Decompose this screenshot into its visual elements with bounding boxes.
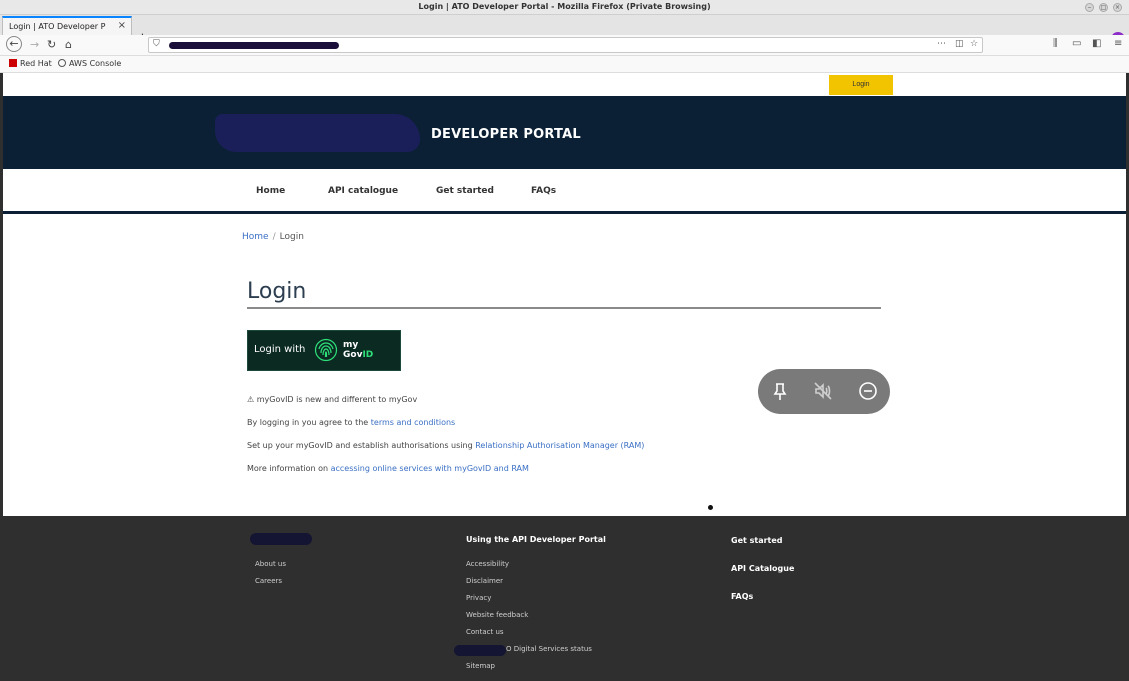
nav-home[interactable]: Home xyxy=(256,186,285,196)
tracking-shield-icon[interactable]: ⛉ xyxy=(153,39,160,49)
minus-circle-icon[interactable] xyxy=(857,380,879,402)
main-navigation: Home API catalogue Get started FAQs xyxy=(3,169,1126,214)
mygovid-logo-my: my xyxy=(343,340,359,350)
terms-paragraph: By logging in you agree to the terms and… xyxy=(247,418,455,427)
login-with-mygovid-button[interactable]: Login with my GovID xyxy=(247,330,401,371)
utility-bar: Login xyxy=(3,73,1126,96)
fingerprint-icon xyxy=(314,338,338,362)
login-link-button[interactable]: Login xyxy=(829,75,893,95)
footer-careers[interactable]: Careers xyxy=(255,577,282,585)
mygovid-logo-gov: Gov xyxy=(343,350,363,360)
library-icon[interactable]: ⫼ xyxy=(1053,38,1058,49)
footer-contact-us[interactable]: Contact us xyxy=(466,628,504,636)
menu-icon[interactable]: ≡ xyxy=(1114,38,1122,49)
footer-col2-title: Using the API Developer Portal xyxy=(466,535,606,544)
nav-faqs[interactable]: FAQs xyxy=(531,186,556,196)
close-tab-icon[interactable]: × xyxy=(118,20,126,31)
online-services-link[interactable]: accessing online services with myGovID a… xyxy=(331,464,529,473)
more-info-paragraph: More information on accessing online ser… xyxy=(247,464,529,473)
page-content: Login DEVELOPER PORTAL Home API catalogu… xyxy=(3,73,1126,516)
site-footer: About us Careers Using the API Developer… xyxy=(0,516,1129,681)
breadcrumb-separator: / xyxy=(272,232,276,242)
redacted-url xyxy=(169,42,339,49)
bookmarks-bar: Red Hat AWS Console xyxy=(0,56,1129,73)
cursor-dot xyxy=(708,505,713,510)
mute-icon[interactable] xyxy=(812,380,834,402)
portal-title: DEVELOPER PORTAL xyxy=(431,127,581,142)
brand-header: DEVELOPER PORTAL xyxy=(3,96,1126,169)
footer-accessibility[interactable]: Accessibility xyxy=(466,560,509,568)
bookmark-aws-console[interactable]: AWS Console xyxy=(58,59,121,68)
minimize-icon[interactable]: ‒ xyxy=(1085,3,1094,12)
mygovid-logo: my GovID xyxy=(343,340,373,360)
nav-get-started[interactable]: Get started xyxy=(436,186,494,196)
bookmark-label: Red Hat xyxy=(20,59,52,68)
footer-faqs[interactable]: FAQs xyxy=(731,592,753,601)
footer-services-status[interactable]: O Digital Services status xyxy=(506,645,592,653)
redhat-icon xyxy=(9,59,17,67)
bookmark-star-icon[interactable]: ☆ xyxy=(970,39,978,49)
media-control-overlay xyxy=(758,369,890,414)
more-prefix: More information on xyxy=(247,464,331,473)
ram-prefix: Set up your myGovID and establish author… xyxy=(247,441,476,450)
footer-website-feedback[interactable]: Website feedback xyxy=(466,611,528,619)
terms-link[interactable]: terms and conditions xyxy=(371,418,455,427)
window-titlebar: Login | ATO Developer Portal - Mozilla F… xyxy=(0,0,1129,15)
mygovid-notice: ⚠ myGovID is new and different to myGov xyxy=(247,395,418,404)
ram-link[interactable]: Relationship Authorisation Manager (RAM) xyxy=(475,441,644,450)
pocket-icon[interactable]: ◫ xyxy=(955,39,964,49)
footer-disclaimer[interactable]: Disclaimer xyxy=(466,577,503,585)
tab-bar: Login | ATO Developer P × + ∞ xyxy=(0,15,1129,46)
footer-get-started[interactable]: Get started xyxy=(731,536,783,545)
nav-api-catalogue[interactable]: API catalogue xyxy=(328,186,398,196)
home-icon[interactable]: ⌂ xyxy=(65,38,72,51)
close-window-icon[interactable]: × xyxy=(1113,3,1122,12)
tab-title: Login | ATO Developer P xyxy=(9,22,106,31)
footer-about-us[interactable]: About us xyxy=(255,560,286,568)
redacted-footer-text xyxy=(454,645,506,656)
globe-icon xyxy=(58,59,66,67)
footer-privacy[interactable]: Privacy xyxy=(466,594,491,602)
breadcrumb: Home / Login xyxy=(242,232,304,242)
ram-paragraph: Set up your myGovID and establish author… xyxy=(247,441,644,450)
bookmark-label: AWS Console xyxy=(69,59,122,68)
url-bar[interactable]: ⛉ ⋯ ◫ ☆ xyxy=(148,37,983,53)
redacted-footer-logo xyxy=(250,533,312,545)
tab-login[interactable]: Login | ATO Developer P × xyxy=(2,16,132,35)
page-title: Login xyxy=(247,279,881,309)
footer-api-catalogue[interactable]: API Catalogue xyxy=(731,564,794,573)
window-title: Login | ATO Developer Portal - Mozilla F… xyxy=(418,2,711,11)
redacted-logo xyxy=(215,114,420,152)
mygovid-logo-id: ID xyxy=(362,350,374,360)
sidebar-icon[interactable]: ▭ xyxy=(1072,38,1081,49)
terms-prefix: By logging in you agree to the xyxy=(247,418,371,427)
back-arrow-icon[interactable]: ← xyxy=(6,36,22,52)
pin-icon[interactable] xyxy=(769,380,791,402)
forward-arrow-icon[interactable]: → xyxy=(30,38,39,51)
breadcrumb-home[interactable]: Home xyxy=(242,232,269,242)
bookmark-red-hat[interactable]: Red Hat xyxy=(9,59,52,68)
extension-icon[interactable]: ◧ xyxy=(1092,38,1101,49)
page-actions-icon[interactable]: ⋯ xyxy=(937,39,946,49)
reload-icon[interactable]: ↻ xyxy=(47,38,56,51)
login-with-label: Login with xyxy=(254,344,306,355)
breadcrumb-current: Login xyxy=(279,232,304,242)
maximize-icon[interactable]: □ xyxy=(1099,3,1108,12)
footer-sitemap[interactable]: Sitemap xyxy=(466,662,495,670)
